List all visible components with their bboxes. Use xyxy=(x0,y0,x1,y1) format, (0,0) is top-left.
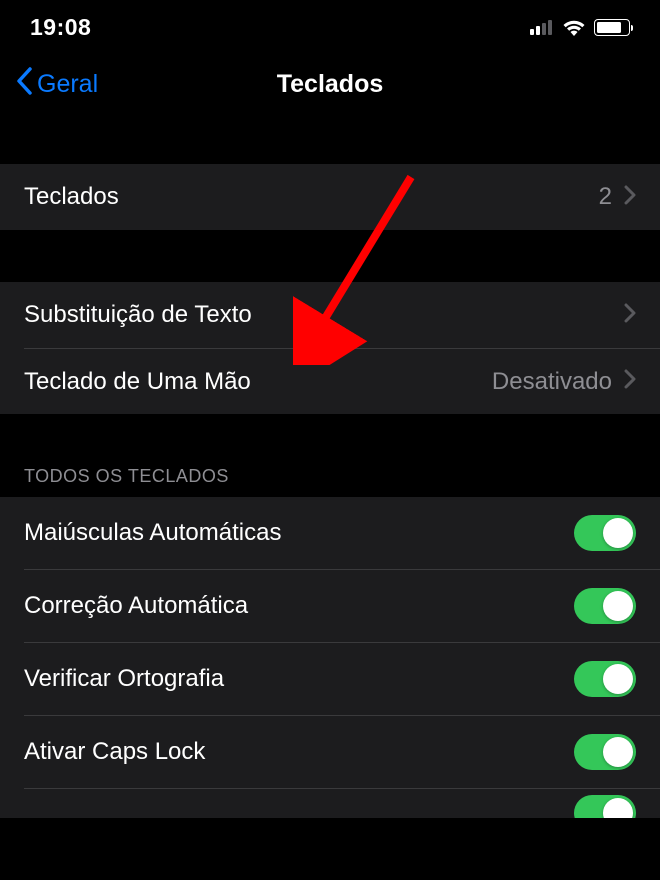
status-icons xyxy=(530,19,630,36)
row-label: Maiúsculas Automáticas xyxy=(24,519,281,547)
row-label: Teclados xyxy=(24,183,119,211)
toggle-knob xyxy=(603,518,633,548)
battery-icon xyxy=(594,19,630,36)
toggle-partial[interactable] xyxy=(574,795,636,819)
row-label: Teclado de Uma Mão xyxy=(24,368,251,396)
back-button[interactable]: Geral xyxy=(16,67,98,102)
page-title: Teclados xyxy=(277,70,384,99)
row-label: Verificar Ortografia xyxy=(24,665,224,693)
wifi-icon xyxy=(562,19,586,36)
status-time: 19:08 xyxy=(30,14,91,41)
row-label: Substituição de Texto xyxy=(24,301,252,329)
navigation-bar: Geral Teclados xyxy=(0,54,660,114)
toggle-spell-check[interactable] xyxy=(574,661,636,697)
row-auto-correct: Correção Automática xyxy=(24,569,660,642)
row-value: Desativado xyxy=(492,368,612,396)
toggle-knob xyxy=(603,591,633,621)
settings-group-toggles: Maiúsculas Automáticas Correção Automáti… xyxy=(0,497,660,818)
toggle-caps-lock[interactable] xyxy=(574,734,636,770)
toggle-knob xyxy=(603,737,633,767)
row-one-handed-keyboard[interactable]: Teclado de Uma Mão Desativado xyxy=(24,348,660,414)
chevron-right-icon xyxy=(624,303,636,328)
section-header-all-keyboards: TODOS OS TECLADOS xyxy=(0,414,660,497)
toggle-auto-caps[interactable] xyxy=(574,515,636,551)
settings-group-text: Substituição de Texto Teclado de Uma Mão… xyxy=(0,282,660,414)
chevron-left-icon xyxy=(16,67,33,102)
spacer xyxy=(0,114,660,164)
row-auto-caps: Maiúsculas Automáticas xyxy=(0,497,660,569)
row-right xyxy=(624,303,636,328)
back-label: Geral xyxy=(37,70,98,99)
row-value: 2 xyxy=(599,183,612,211)
settings-group-keyboards: Teclados 2 xyxy=(0,164,660,230)
toggle-auto-correct[interactable] xyxy=(574,588,636,624)
row-label: Ativar Caps Lock xyxy=(24,738,205,766)
battery-fill xyxy=(597,22,621,33)
chevron-right-icon xyxy=(624,369,636,394)
row-right: Desativado xyxy=(492,368,636,396)
row-spell-check: Verificar Ortografia xyxy=(24,642,660,715)
row-caps-lock: Ativar Caps Lock xyxy=(24,715,660,788)
toggle-knob xyxy=(603,664,633,694)
status-bar: 19:08 xyxy=(0,0,660,54)
row-keyboards[interactable]: Teclados 2 xyxy=(0,164,660,230)
cellular-signal-icon xyxy=(530,19,554,35)
chevron-right-icon xyxy=(624,185,636,210)
spacer xyxy=(0,230,660,282)
toggle-knob xyxy=(603,798,633,819)
row-text-replacement[interactable]: Substituição de Texto xyxy=(0,282,660,348)
row-label: Correção Automática xyxy=(24,592,248,620)
row-right: 2 xyxy=(599,183,636,211)
row-partial xyxy=(24,788,660,818)
